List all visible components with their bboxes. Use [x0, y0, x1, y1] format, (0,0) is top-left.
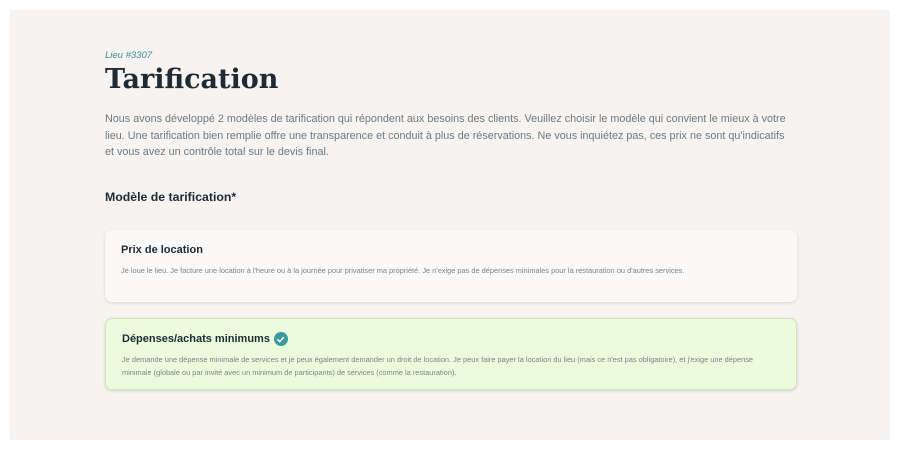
intro-text: Nous avons développé 2 modèles de tarifi… [105, 113, 786, 158]
option-title: Prix de location [121, 242, 781, 258]
option-rental-price[interactable]: Prix de location Je loue le lieu. Je fac… [105, 230, 797, 302]
venue-id: Lieu #3307 [105, 50, 153, 61]
option-description: Je demande une dépense minimale de servi… [122, 355, 754, 377]
check-circle-icon [273, 332, 288, 346]
option-title-text: Prix de location [121, 244, 203, 256]
page-title: Tarification [105, 64, 279, 95]
option-title-text: Dépenses/achats minimums [122, 333, 270, 345]
pricing-model-label: Modèle de tarification* [105, 190, 237, 204]
pricing-panel: Lieu #3307 Tarification Nous avons dével… [10, 10, 890, 440]
option-title: Dépenses/achats minimums [122, 331, 780, 347]
option-minimum-spend[interactable]: Dépenses/achats minimums Je demande une … [105, 318, 797, 390]
option-description: Je loue le lieu. Je facture une location… [121, 266, 685, 275]
